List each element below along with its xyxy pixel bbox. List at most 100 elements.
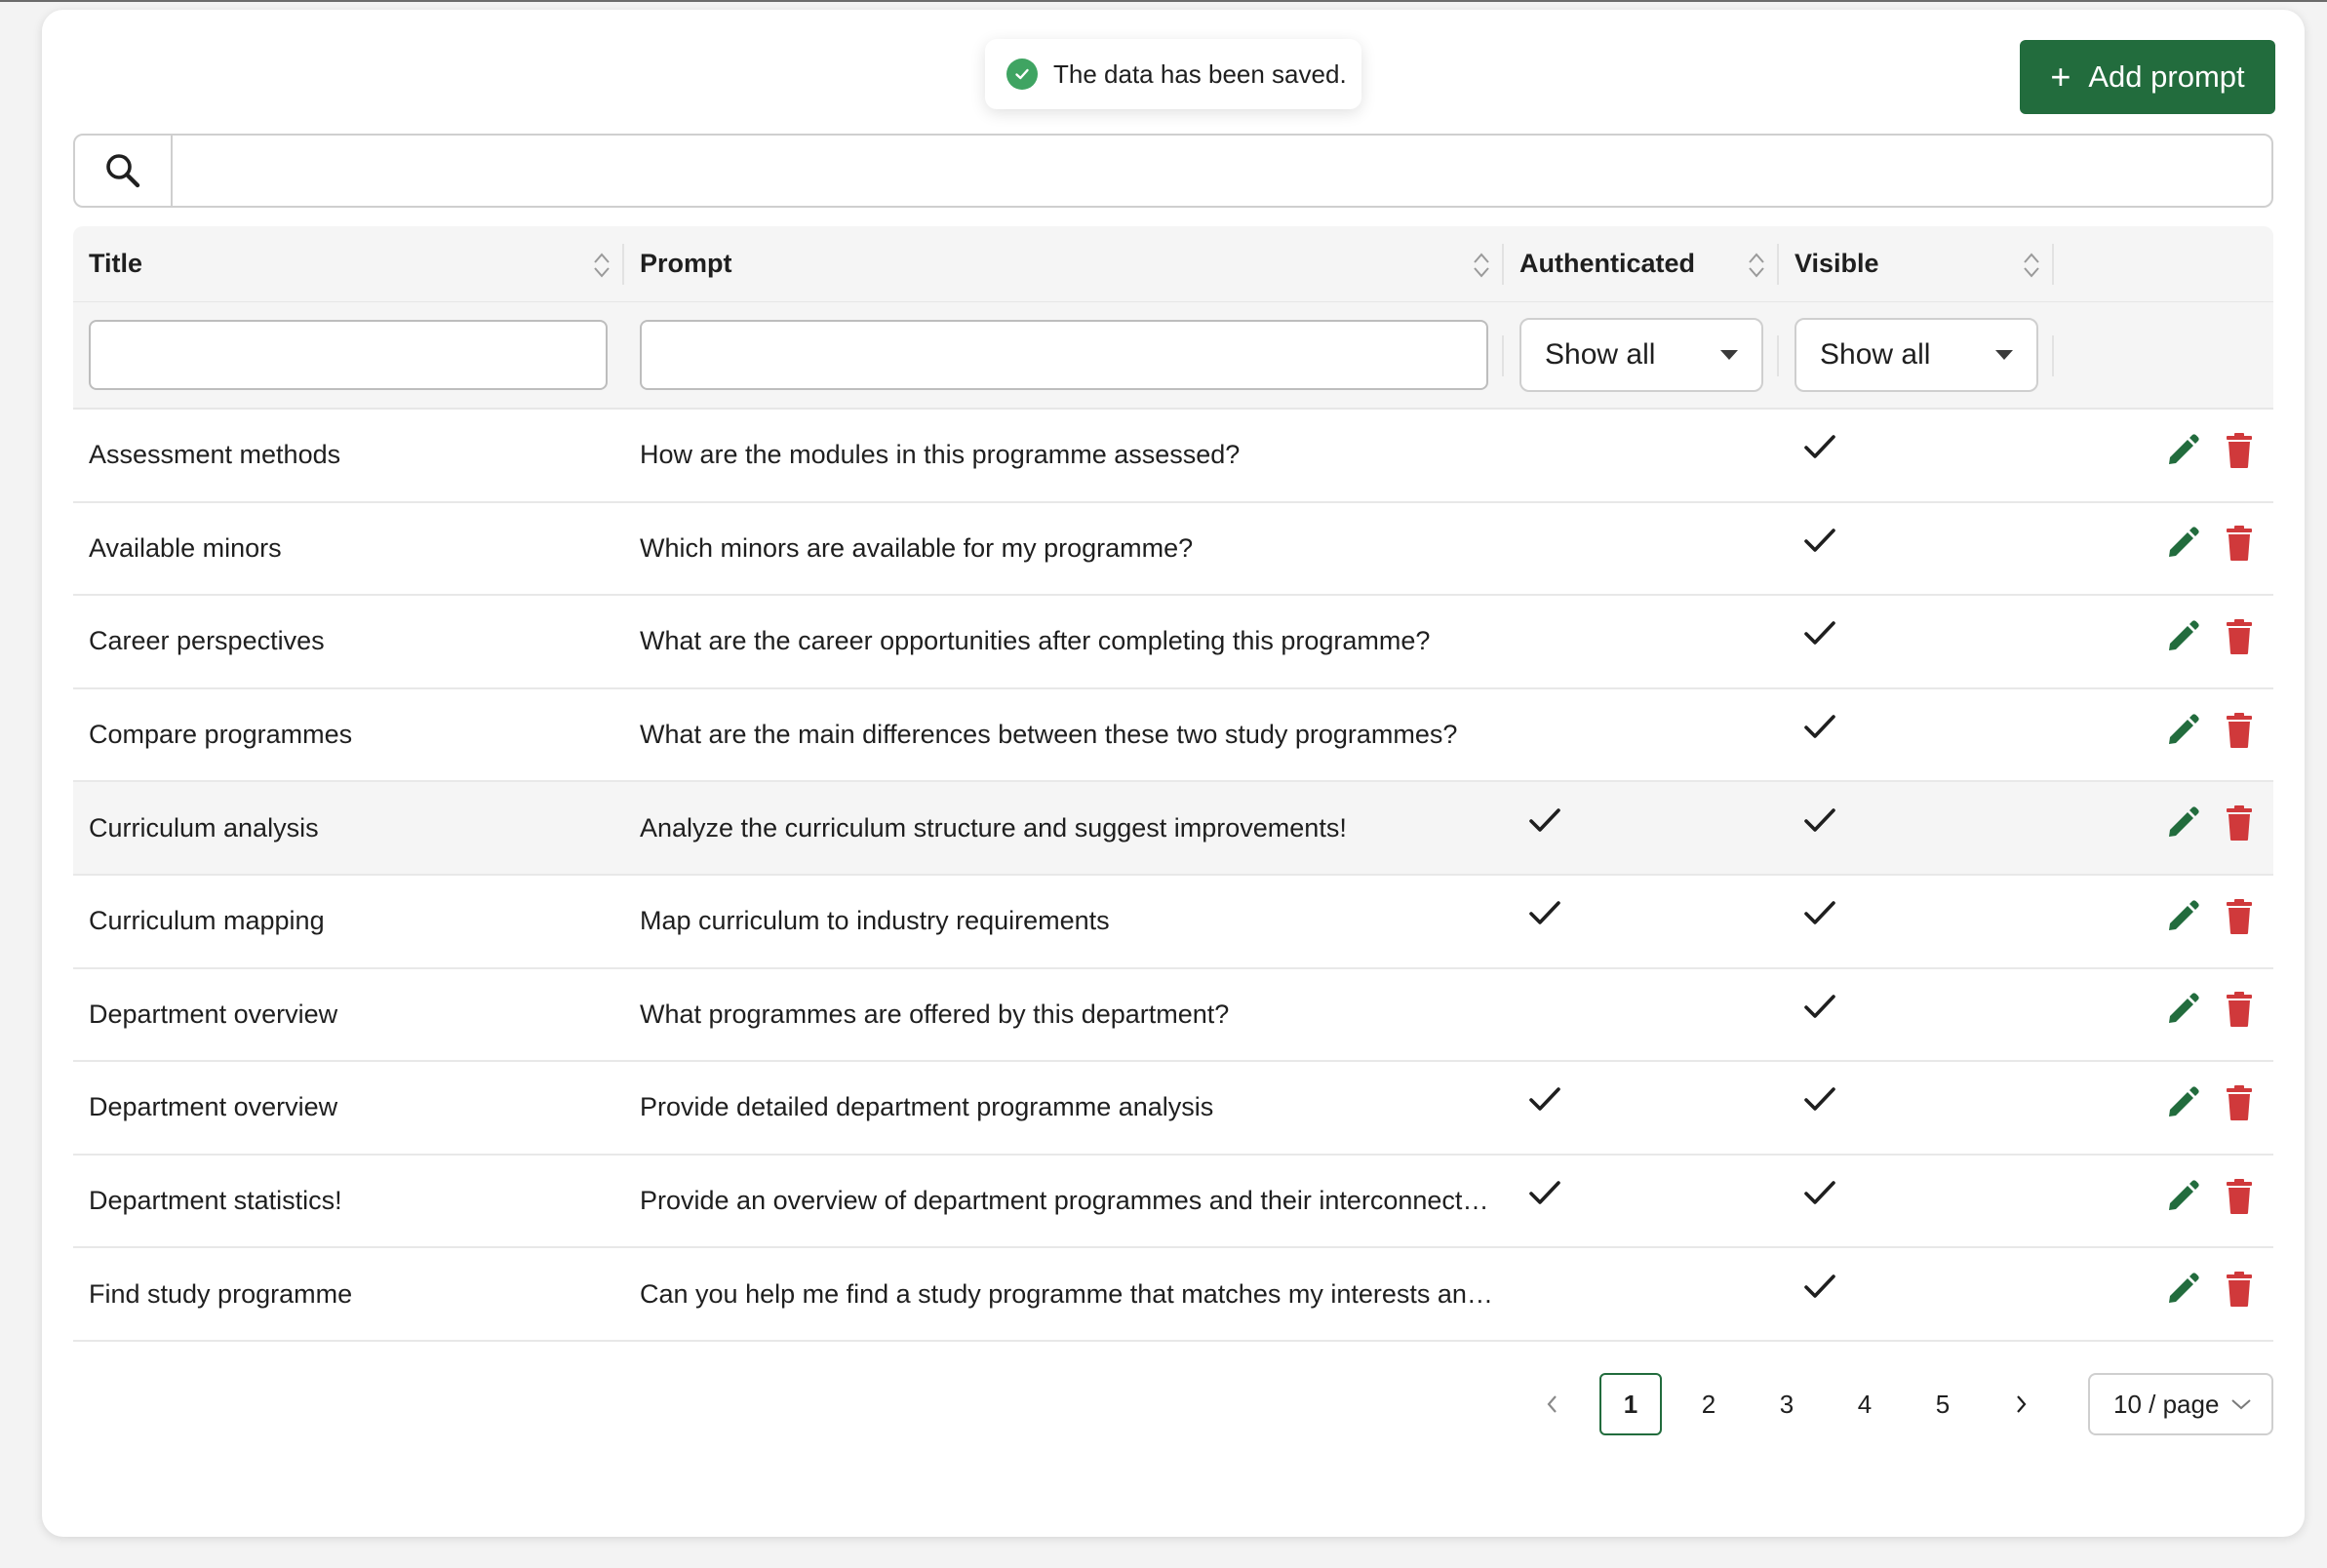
table-row[interactable]: Department overview What programmes are o… [73,969,2273,1063]
delete-trash-icon[interactable] [2225,432,2254,469]
row-visible [1779,969,2054,1061]
row-authenticated [1504,1156,1779,1247]
row-visible [1779,782,2054,874]
page-button-2[interactable]: 2 [1677,1373,1740,1435]
check-icon [1802,1178,1837,1214]
delete-trash-icon[interactable] [2225,1084,2254,1121]
page-size-select[interactable]: 10 / page [2088,1373,2273,1435]
delete-trash-icon[interactable] [2225,991,2254,1028]
toast-message: The data has been saved. [1053,59,1347,89]
row-authenticated [1504,596,1779,687]
edit-pencil-icon[interactable] [2164,991,2201,1028]
edit-pencil-icon[interactable] [2164,432,2201,469]
add-prompt-label: Add prompt [2088,59,2245,94]
table-row[interactable]: Curriculum analysis Analyze the curriculu… [73,782,2273,876]
edit-pencil-icon[interactable] [2164,712,2201,749]
table-row[interactable]: Compare programmes What are the main diff… [73,689,2273,783]
row-title: Find study programme [89,1278,353,1309]
column-title[interactable]: Title [73,226,624,301]
delete-trash-icon[interactable] [2225,1271,2254,1308]
actions-filter-cell [2054,302,2273,408]
table-row[interactable]: Find study programme Can you help me find… [73,1248,2273,1342]
add-prompt-button[interactable]: + Add prompt [2020,40,2275,114]
filter-row: Show all Show all [73,302,2273,410]
row-title: Career perspectives [89,626,325,656]
prompt-filter-input[interactable] [640,320,1488,390]
row-prompt-text: Analyze the curriculum structure and sug… [640,812,1347,843]
edit-pencil-icon[interactable] [2164,804,2201,842]
row-prompt-text: What programmes are offered by this depa… [640,999,1230,1029]
page-button-1[interactable]: 1 [1599,1373,1662,1435]
caret-down-icon [1720,350,1738,360]
row-title: Department statistics! [89,1186,342,1216]
sort-icon[interactable] [1748,252,1765,279]
table-body: Assessment methods How are the modules in… [73,410,2273,1342]
check-circle-icon [1006,59,1038,90]
row-prompt-text: Provide detailed department programme an… [640,1092,1214,1122]
column-visible[interactable]: Visible [1779,226,2054,301]
row-actions [2054,1156,2273,1247]
table-row[interactable]: Career perspectives What are the career o… [73,596,2273,689]
next-page-button[interactable] [1990,1373,2052,1435]
edit-pencil-icon[interactable] [2164,1271,2201,1308]
delete-trash-icon[interactable] [2225,712,2254,749]
column-prompt[interactable]: Prompt [624,226,1504,301]
authenticated-filter-select[interactable]: Show all [1519,318,1763,392]
edit-pencil-icon[interactable] [2164,525,2201,562]
row-prompt-text: How are the modules in this programme as… [640,440,1241,470]
row-authenticated [1504,410,1779,501]
table-row[interactable]: Curriculum mapping Map curriculum to indu… [73,876,2273,969]
page-button-5[interactable]: 5 [1912,1373,1974,1435]
pagination: 1 2 3 4 5 [1521,1373,2068,1435]
title-filter-input[interactable] [89,320,608,390]
delete-trash-icon[interactable] [2225,804,2254,842]
delete-trash-icon[interactable] [2225,1178,2254,1215]
edit-pencil-icon[interactable] [2164,1084,2201,1121]
row-prompt-text: Provide an overview of department progra… [640,1186,1493,1216]
page-button-3[interactable]: 3 [1755,1373,1818,1435]
check-icon [1802,526,1837,562]
row-actions [2054,969,2273,1061]
row-actions [2054,1248,2273,1340]
row-title: Department overview [89,1092,338,1122]
row-title: Available minors [89,532,282,563]
chevron-right-icon [2017,1395,2027,1413]
delete-trash-icon[interactable] [2225,618,2254,655]
edit-pencil-icon[interactable] [2164,618,2201,655]
table-row[interactable]: Department overview Provide detailed depa… [73,1062,2273,1156]
visible-filter-select[interactable]: Show all [1795,318,2038,392]
row-authenticated [1504,1248,1779,1340]
row-title: Compare programmes [89,720,353,750]
sort-icon[interactable] [593,252,611,279]
column-authenticated[interactable]: Authenticated [1504,226,1779,301]
table-row[interactable]: Department statistics! Provide an overvie… [73,1156,2273,1249]
row-visible [1779,410,2054,501]
row-actions [2054,1062,2273,1154]
search-input[interactable] [173,136,2271,206]
check-icon [1802,1084,1837,1120]
chevron-left-icon [1547,1395,1557,1413]
prev-page-button[interactable] [1521,1373,1584,1435]
check-icon [1802,712,1837,748]
row-visible [1779,1248,2054,1340]
edit-pencil-icon[interactable] [2164,1178,2201,1215]
sort-icon[interactable] [1473,252,1490,279]
row-prompt: Can you help me find a study programme t… [624,1248,1504,1340]
table-row[interactable]: Assessment methods How are the modules in… [73,410,2273,503]
delete-trash-icon[interactable] [2225,525,2254,562]
check-icon [1802,618,1837,654]
edit-pencil-icon[interactable] [2164,898,2201,935]
row-visible [1779,1156,2054,1247]
row-prompt-text: What are the career opportunities after … [640,626,1431,656]
check-icon [1802,432,1837,468]
table-row[interactable]: Available minors Which minors are availab… [73,503,2273,597]
column-title-label: Title [89,249,143,278]
row-authenticated [1504,689,1779,781]
sort-icon[interactable] [2023,252,2040,279]
check-icon [1802,992,1837,1028]
check-icon [1527,1178,1562,1214]
delete-trash-icon[interactable] [2225,898,2254,935]
page-button-4[interactable]: 4 [1834,1373,1896,1435]
row-prompt: Provide an overview of department progra… [624,1156,1504,1247]
search-icon[interactable] [75,136,173,206]
